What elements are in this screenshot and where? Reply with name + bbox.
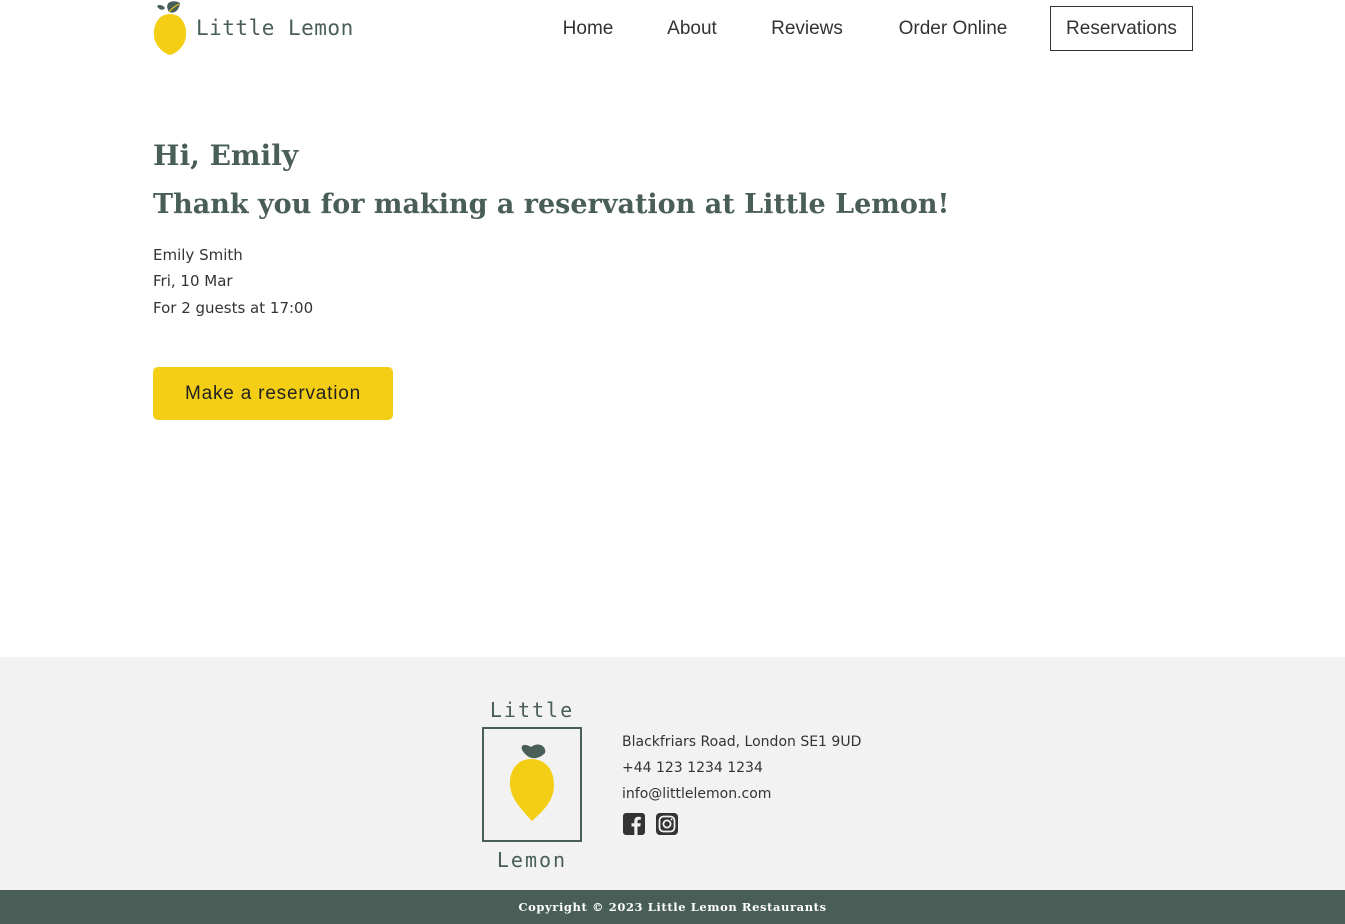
main-nav: Home About Reviews Order Online Reservat… <box>0 6 1345 51</box>
nav-order-online-link[interactable]: Order Online <box>883 6 1023 51</box>
nav-home-link[interactable]: Home <box>549 6 627 51</box>
facebook-icon[interactable] <box>622 812 646 836</box>
nav-about-link[interactable]: About <box>653 6 731 51</box>
footer-logo-word-bottom: Lemon <box>497 848 567 871</box>
nav-reviews-link[interactable]: Reviews <box>758 6 856 51</box>
footer-logo: Little Lemon <box>479 697 585 871</box>
footer-email-link[interactable]: info@littlelemon.com <box>622 787 771 801</box>
footer-logo-word-top: Little <box>490 698 574 722</box>
lemon-icon <box>509 744 554 821</box>
nav-reservations-link[interactable]: Reservations <box>1050 6 1193 51</box>
instagram-icon[interactable] <box>655 812 679 836</box>
greeting-heading: Hi, Emily <box>153 139 299 172</box>
site-footer: Little Lemon Blackfriars Road, London SE… <box>0 657 1345 890</box>
site-header: Little Lemon Home About Reviews Order On… <box>0 0 1345 60</box>
copyright-text: Copyright © 2023 Little Lemon Restaurant… <box>518 900 827 914</box>
confirmation-message: Thank you for making a reservation at Li… <box>153 189 950 220</box>
reservation-date: Fri, 10 Mar <box>153 272 233 290</box>
reservation-name: Emily Smith <box>153 246 243 264</box>
make-reservation-button[interactable]: Make a reservation <box>153 367 393 420</box>
reservation-guests-time: For 2 guests at 17:00 <box>153 299 314 317</box>
copyright-bar: Copyright © 2023 Little Lemon Restaurant… <box>0 890 1345 924</box>
footer-phone-link[interactable]: +44 123 1234 1234 <box>622 761 763 775</box>
footer-address: Blackfriars Road, London SE1 9UD <box>622 734 862 750</box>
